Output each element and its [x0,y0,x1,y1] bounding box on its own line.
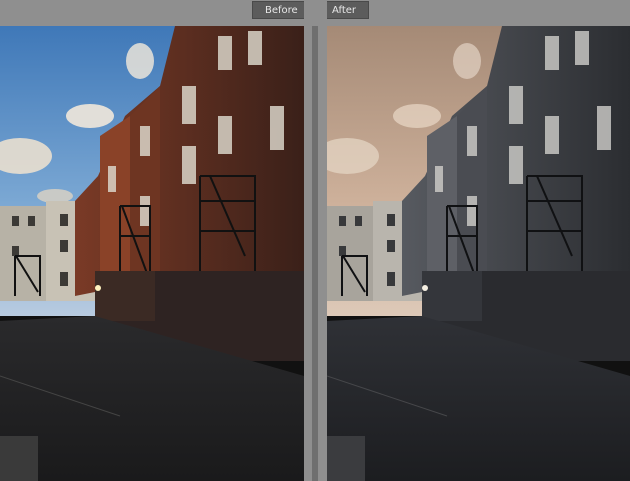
before-photo [0,26,304,481]
after-image-pane[interactable] [327,26,630,481]
after-photo [327,26,630,481]
pane-divider[interactable] [304,0,327,481]
divider-handle[interactable] [312,26,318,481]
before-after-compare-view: Before After [0,0,630,481]
before-image-pane[interactable] [0,26,304,481]
before-label: Before [252,1,311,19]
